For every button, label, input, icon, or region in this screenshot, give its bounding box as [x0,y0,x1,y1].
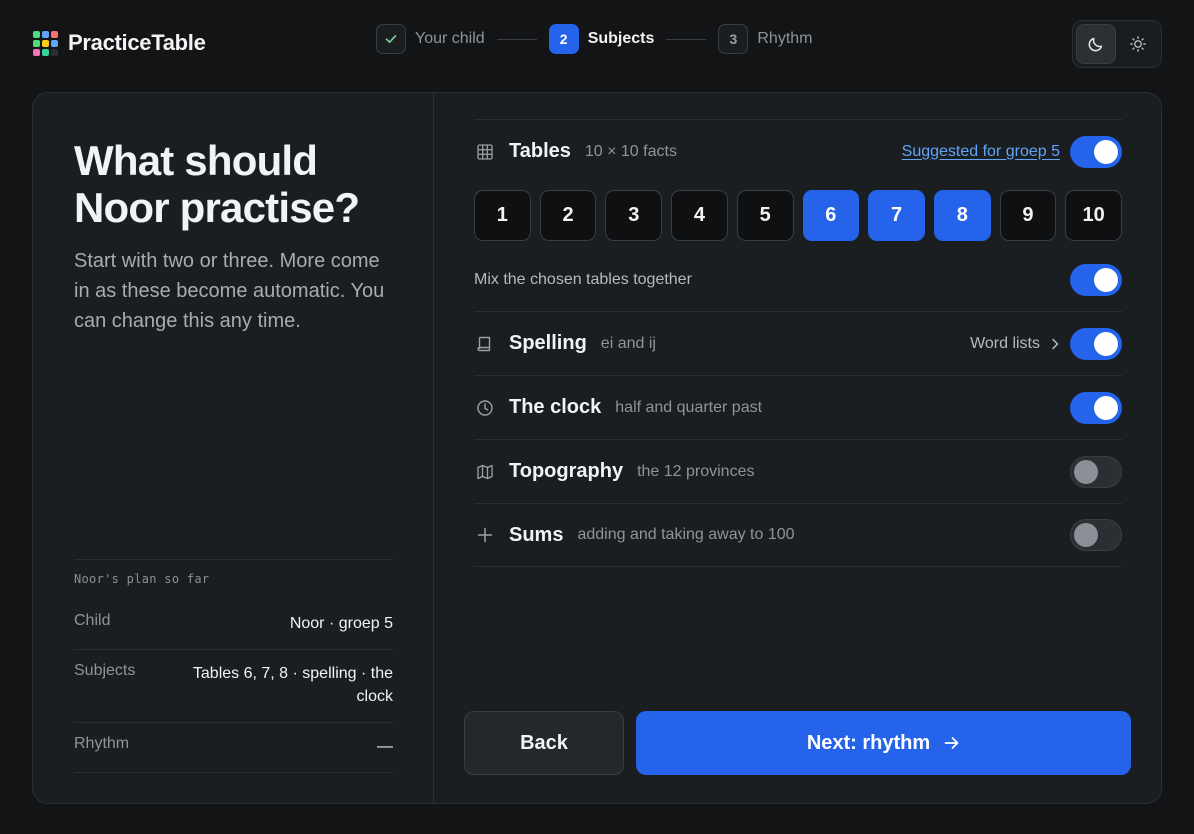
plan-value: Noor · groep 5 [289,615,393,632]
theme-switcher [1072,20,1162,68]
subject-row-tables: Tables 10 × 10 facts Suggested for groep… [474,119,1122,183]
subject-subtitle: half and quarter past [615,398,763,416]
plan-key: Rhythm [74,735,130,752]
table-number-button-selected[interactable]: 6 [802,190,860,241]
intro-pane: What should Noor practise? Start with tw… [33,93,434,803]
plan-title: Noor's plan so far [74,572,210,586]
clock-toggle[interactable] [1070,391,1122,424]
table-number-button[interactable]: 2 [539,190,597,241]
step-connector [496,38,537,40]
subject-title: Sums [509,523,564,546]
plan-key: Child [74,612,111,629]
suggested-link[interactable]: Suggested for groep 5 [902,143,1060,161]
table-number-picker: 1 2 3 4 5 6 7 8 9 10 [474,183,1123,249]
table-number-button[interactable]: 10 [1065,190,1123,241]
plan-value: Tables 6, 7, 8 · spelling · the clock [192,665,393,705]
subject-row-topography: Topography the 12 provinces [474,439,1122,503]
mix-tables-row: Mix the chosen tables together [474,249,1122,311]
plan-summary: Noor's plan so far Child Noor · groep 5 … [74,559,393,773]
subjects-card: What should Noor practise? Start with tw… [32,92,1162,804]
page-title: What should Noor practise? [74,137,360,231]
sums-toggle[interactable] [1070,519,1122,551]
step-connector [666,38,707,40]
app-logo[interactable]: PracticeTable [33,30,206,56]
step-label: Rhythm [757,30,813,47]
plan-row-child: Child Noor · groep 5 [74,600,393,650]
subject-subtitle: the 12 provinces [637,462,755,480]
plan-row-rhythm: Rhythm — [74,723,393,773]
subject-row-spelling: Spelling ei and ij Word lists [474,311,1122,375]
tables-toggle[interactable] [1070,135,1122,168]
table-number-button-selected[interactable]: 8 [933,190,991,241]
table-number-button[interactable]: 4 [671,190,728,241]
map-icon [474,461,496,483]
step-label: Your child [415,30,485,47]
stepper: Your child 2 Subjects 3 Rhythm [376,24,813,54]
step-number: 2 [548,24,579,54]
table-number-button[interactable]: 9 [999,190,1057,241]
subject-subtitle: ei and ij [600,334,656,352]
back-button[interactable]: Back [464,711,624,775]
table-number-button[interactable]: 1 [474,190,531,241]
clock-icon [474,397,496,419]
sun-icon [1130,36,1146,52]
subject-title: Spelling [509,332,587,354]
book-icon [474,333,496,355]
table-number-button-selected[interactable]: 7 [868,190,925,241]
step-rhythm[interactable]: 3 Rhythm [718,24,813,54]
logo-grid-icon [33,30,58,56]
plan-value: — [377,738,393,755]
plus-icon [474,524,496,546]
next-button-label: Next: rhythm [806,731,931,754]
step-check-icon [376,24,406,54]
spelling-toggle[interactable] [1070,327,1122,360]
plan-row-subjects: Subjects Tables 6, 7, 8 · spelling · the… [74,650,393,723]
light-mode-button[interactable] [1118,24,1158,64]
subject-title: Tables [509,140,571,162]
dark-mode-button[interactable] [1076,24,1116,64]
subject-subtitle: 10 × 10 facts [584,142,677,160]
topography-toggle[interactable] [1070,455,1122,488]
subject-row-clock: The clock half and quarter past [474,375,1122,439]
app-name: PracticeTable [68,30,206,55]
mix-tables-toggle[interactable] [1070,264,1122,296]
moon-icon [1088,37,1103,52]
next-button[interactable]: Next: rhythm [636,711,1131,775]
chevron-right-icon [1052,338,1059,349]
subject-title: The clock [509,396,602,418]
step-number: 3 [718,24,749,54]
step-label: Subjects [587,30,655,47]
subjects-list: Tables 10 × 10 facts Suggested for groep… [474,119,1123,567]
arrow-right-icon [944,737,959,749]
intro-text: Start with two or three. More come in as… [74,250,385,332]
table-number-button[interactable]: 3 [605,190,663,241]
word-lists-label: Word lists [970,334,1040,352]
subject-subtitle: adding and taking away to 100 [577,526,795,543]
plan-key: Subjects [74,662,136,679]
table-number-button[interactable]: 5 [736,190,794,241]
mix-label: Mix the chosen tables together [474,271,692,288]
grid-icon [474,141,496,163]
subject-title: Topography [509,460,624,482]
subject-row-sums: Sums adding and taking away to 100 [474,503,1122,567]
step-your-child[interactable]: Your child [376,24,485,54]
word-lists-link[interactable]: Word lists [970,335,1060,353]
step-subjects[interactable]: 2 Subjects [548,24,655,54]
